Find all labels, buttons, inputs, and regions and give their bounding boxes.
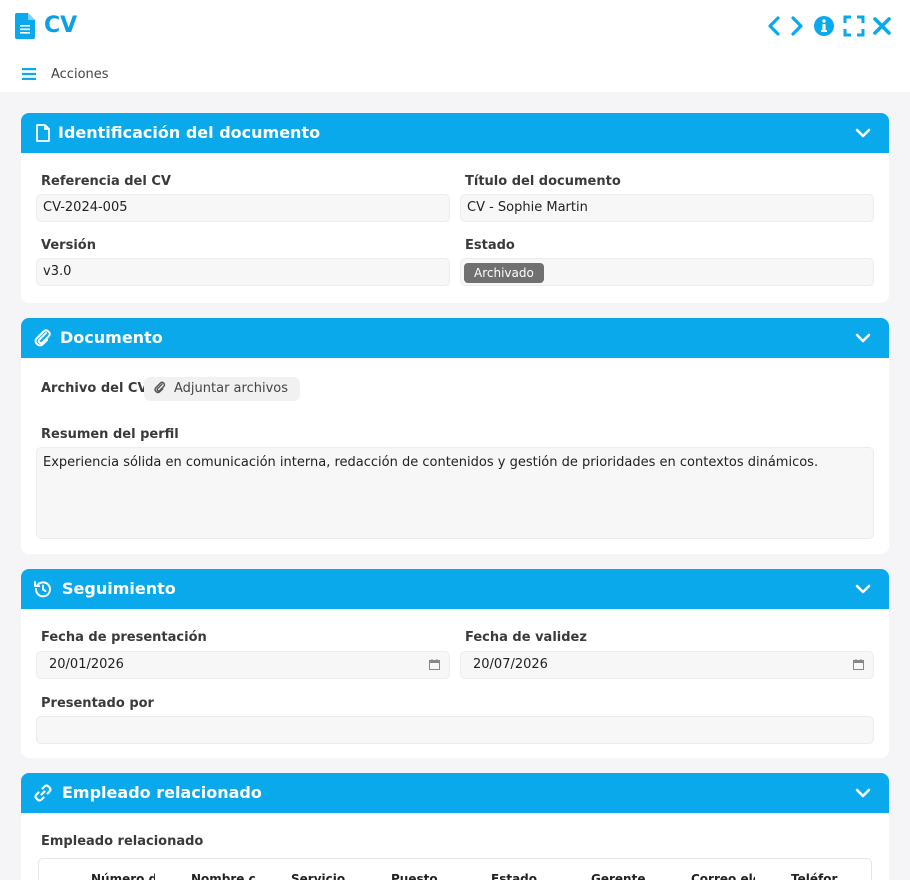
fecha-validez-value: 20/07/2026 — [473, 657, 548, 672]
empleado-table: Número d Nombre c Servicio Puesto Estado… — [38, 858, 872, 880]
calendar-icon[interactable] — [429, 659, 440, 670]
section-title: Documento — [60, 328, 163, 347]
chevron-down-icon[interactable] — [855, 582, 871, 596]
presentado-por-field[interactable] — [36, 716, 874, 744]
column-header[interactable]: Nombre c — [191, 871, 255, 880]
version-label: Versión — [41, 238, 96, 253]
attach-files-label: Adjuntar archivos — [174, 381, 288, 396]
section-header-documento[interactable]: Documento — [21, 318, 889, 358]
column-header[interactable]: Número d — [91, 871, 155, 880]
fecha-presentacion-input[interactable]: 20/01/2026 — [36, 651, 450, 679]
section-header-seguimiento[interactable]: Seguimiento — [21, 569, 889, 609]
title-bar: CV Acciones — [0, 0, 910, 92]
presentado-por-label: Presentado por — [41, 696, 154, 711]
empleado-label: Empleado relacionado — [41, 834, 204, 849]
column-header[interactable]: Estado — [491, 871, 555, 880]
column-header[interactable]: Servicio — [291, 871, 355, 880]
section-documento: Documento Archivo del CV Adjuntar archiv… — [21, 318, 889, 554]
referencia-field[interactable]: CV-2024-005 — [36, 194, 450, 222]
column-header[interactable]: Gerente — [591, 871, 655, 880]
column-header[interactable]: Teléfor — [791, 871, 847, 880]
link-icon — [34, 784, 52, 802]
estado-field[interactable]: Archivado — [460, 258, 874, 286]
section-title: Empleado relacionado — [62, 783, 262, 802]
section-seguimiento: Seguimiento Fecha de presentación 20/01/… — [21, 569, 889, 758]
document-icon — [15, 13, 35, 39]
close-icon[interactable] — [871, 14, 893, 38]
fecha-validez-input[interactable]: 20/07/2026 — [460, 651, 874, 679]
fecha-presentacion-label: Fecha de presentación — [41, 630, 207, 645]
fecha-presentacion-value: 20/01/2026 — [49, 657, 124, 672]
archivo-label: Archivo del CV — [41, 381, 148, 396]
section-title: Identificación del documento — [58, 123, 321, 142]
resumen-label: Resumen del perfil — [41, 427, 179, 442]
chevron-down-icon[interactable] — [855, 331, 871, 345]
calendar-icon[interactable] — [853, 659, 864, 670]
section-identificacion: Identificación del documento Referencia … — [21, 113, 889, 303]
chevron-down-icon[interactable] — [855, 786, 871, 800]
actions-menu[interactable]: Acciones — [51, 66, 109, 84]
history-icon — [34, 581, 51, 598]
attach-files-button[interactable]: Adjuntar archivos — [144, 377, 300, 401]
titulo-field[interactable]: CV - Sophie Martin — [460, 194, 874, 222]
info-icon[interactable] — [813, 14, 835, 38]
hamburger-menu-icon[interactable] — [22, 68, 36, 80]
paperclip-icon — [34, 329, 51, 347]
cv-window: CV Acciones Identificación del documento… — [0, 0, 910, 880]
section-header-empleado[interactable]: Empleado relacionado — [21, 773, 889, 813]
column-header[interactable]: Puesto — [391, 871, 455, 880]
status-badge: Archivado — [464, 263, 544, 283]
referencia-label: Referencia del CV — [41, 174, 171, 189]
titulo-label: Título del documento — [465, 174, 621, 189]
fullscreen-icon[interactable] — [843, 14, 865, 38]
window-title: CV — [44, 13, 78, 38]
resumen-textarea[interactable]: Experiencia sólida en comunicación inter… — [36, 447, 874, 539]
fecha-validez-label: Fecha de validez — [465, 630, 587, 645]
chevron-right-icon[interactable] — [786, 14, 808, 38]
chevron-left-icon[interactable] — [763, 14, 785, 38]
column-header[interactable]: Correo ele — [691, 871, 755, 880]
file-outline-icon — [36, 124, 50, 142]
section-empleado: Empleado relacionado Empleado relacionad… — [21, 773, 889, 880]
version-field[interactable]: v3.0 — [36, 258, 450, 286]
section-title: Seguimiento — [62, 579, 176, 598]
paperclip-icon — [154, 381, 166, 394]
section-header-identificacion[interactable]: Identificación del documento — [21, 113, 889, 153]
chevron-down-icon[interactable] — [855, 126, 871, 140]
estado-label: Estado — [465, 238, 515, 253]
